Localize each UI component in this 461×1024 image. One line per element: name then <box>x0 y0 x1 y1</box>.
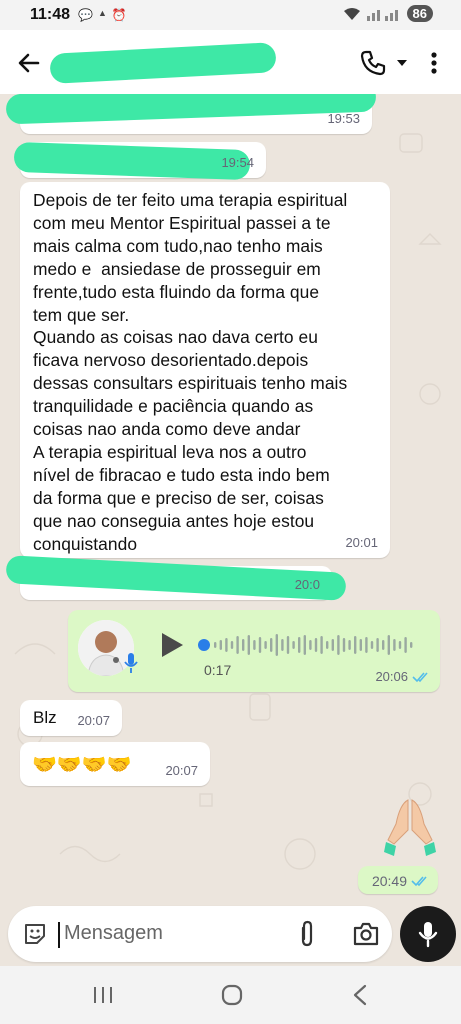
waveform-bar <box>404 637 407 653</box>
waveform-bar <box>387 635 390 655</box>
message-list[interactable]: 19:53 19:54 Depois de ter feito uma tera… <box>0 94 461 904</box>
camera-icon[interactable] <box>352 921 380 947</box>
message-bubble[interactable]: Depois de ter feito uma terapia espiritu… <box>20 182 390 558</box>
redaction-mark <box>49 42 277 84</box>
waveform-bar <box>270 638 273 652</box>
waveform-bar <box>320 636 323 654</box>
redaction-mark <box>5 94 377 125</box>
status-notification-icons: 💬 ▲ ⏰ <box>78 8 127 22</box>
message-bubble-redacted[interactable]: 19:53 <box>5 94 377 134</box>
waveform-bar <box>309 640 312 650</box>
waveform-bar <box>242 639 245 651</box>
waveform-bar <box>292 641 295 649</box>
waveform-bar <box>225 638 228 652</box>
read-ticks-icon <box>412 671 428 682</box>
waveform-bar <box>331 639 334 651</box>
waveform-bar <box>247 635 250 655</box>
message-emoji: 🤝🤝🤝🤝 <box>32 754 132 776</box>
sticker-message[interactable]: 🙏🏼 <box>380 796 440 860</box>
contact-name-redacted[interactable] <box>49 42 280 84</box>
message-time: 19:53 <box>327 111 360 126</box>
waveform-bar <box>214 642 217 648</box>
microphone-icon <box>418 922 438 948</box>
system-navigation-bar <box>0 966 461 1024</box>
sticker-icon[interactable] <box>22 921 48 947</box>
praying-hands-icon <box>384 799 436 856</box>
play-icon[interactable] <box>160 632 184 658</box>
waveform-bar <box>370 641 374 649</box>
waveform-bar <box>258 637 262 653</box>
message-bubble[interactable]: 🤝🤝🤝🤝 20:07 <box>20 742 210 786</box>
microphone-icon <box>124 653 138 673</box>
waveform-bar <box>264 641 267 649</box>
waveform-bar <box>348 640 351 650</box>
waveform-bar <box>219 640 222 650</box>
sticker-meta-bubble: 20:49 <box>358 866 438 894</box>
waveform-bar <box>410 642 413 648</box>
message-time: 20:06 <box>375 669 408 684</box>
attach-icon[interactable] <box>296 920 318 948</box>
audio-waveform[interactable] <box>198 630 418 660</box>
alarm-icon: ⏰ <box>111 8 127 22</box>
home-icon[interactable] <box>220 983 244 1007</box>
message-text: Depois de ter feito uma terapia espiritu… <box>33 190 348 554</box>
waveform-bar <box>326 641 329 649</box>
waveform-bar <box>365 637 368 653</box>
signal-icon <box>366 9 398 21</box>
waveform-bar <box>253 640 256 650</box>
message-time: 20:07 <box>77 713 110 728</box>
voice-message-bubble[interactable]: 0:17 20:06 <box>68 610 440 692</box>
message-time: 20:49 <box>371 873 407 889</box>
phone-icon[interactable] <box>358 48 388 78</box>
waveform-bar <box>314 638 318 652</box>
back-arrow-icon[interactable] <box>14 48 44 78</box>
carrier-icon: ▲ <box>98 8 107 18</box>
waveform-bar <box>393 639 396 651</box>
composer-bar: Mensagem <box>0 904 461 966</box>
waveform-bar <box>376 638 379 652</box>
message-input[interactable]: Mensagem <box>64 922 163 945</box>
chevron-down-icon[interactable] <box>396 57 408 69</box>
waveform-bar <box>303 635 306 655</box>
status-bar: 11:48 💬 ▲ ⏰ 86 <box>0 0 461 30</box>
more-options-icon[interactable] <box>424 48 444 78</box>
read-ticks-icon <box>411 876 427 887</box>
waveform-bar <box>275 634 278 656</box>
message-bubble-redacted[interactable]: 20:0 <box>5 555 347 601</box>
waveform-bar <box>398 641 402 649</box>
waveform-bar <box>342 638 346 652</box>
waveform-bar <box>354 636 357 654</box>
message-time: 20:07 <box>165 763 198 778</box>
text-cursor <box>58 922 60 948</box>
chat-header <box>0 30 461 94</box>
recents-icon[interactable] <box>92 985 114 1005</box>
playhead-handle[interactable] <box>198 639 210 651</box>
message-bubble-redacted[interactable]: 19:54 <box>13 141 266 181</box>
voice-duration: 0:17 <box>204 662 232 678</box>
message-bubble[interactable]: Blz 20:07 <box>20 700 122 736</box>
message-time: 19:54 <box>221 155 254 170</box>
waveform-bar <box>337 635 340 655</box>
back-nav-icon[interactable] <box>352 984 368 1006</box>
waveform-bar <box>382 640 385 650</box>
chat-notification-icon: 💬 <box>78 8 93 22</box>
waveform-bar <box>286 636 290 654</box>
waveform-bar <box>298 637 301 653</box>
redaction-mark <box>13 141 251 181</box>
message-time-with-ticks: 20:06 <box>375 669 430 684</box>
message-time: 20:01 <box>345 535 378 550</box>
message-time-with-ticks: 20:49 <box>372 873 429 889</box>
message-time: 20:0 <box>294 577 320 592</box>
waveform-bar <box>236 636 239 654</box>
waveform-bar <box>359 639 362 651</box>
voice-record-button[interactable] <box>400 906 456 962</box>
battery-indicator: 86 <box>406 5 433 22</box>
waveform-bar <box>281 639 284 651</box>
waveform-bar <box>230 641 234 649</box>
wifi-icon <box>343 7 360 20</box>
message-input-container[interactable]: Mensagem <box>8 906 392 962</box>
message-text: Blz <box>33 708 57 727</box>
status-time: 11:48 <box>30 6 71 23</box>
